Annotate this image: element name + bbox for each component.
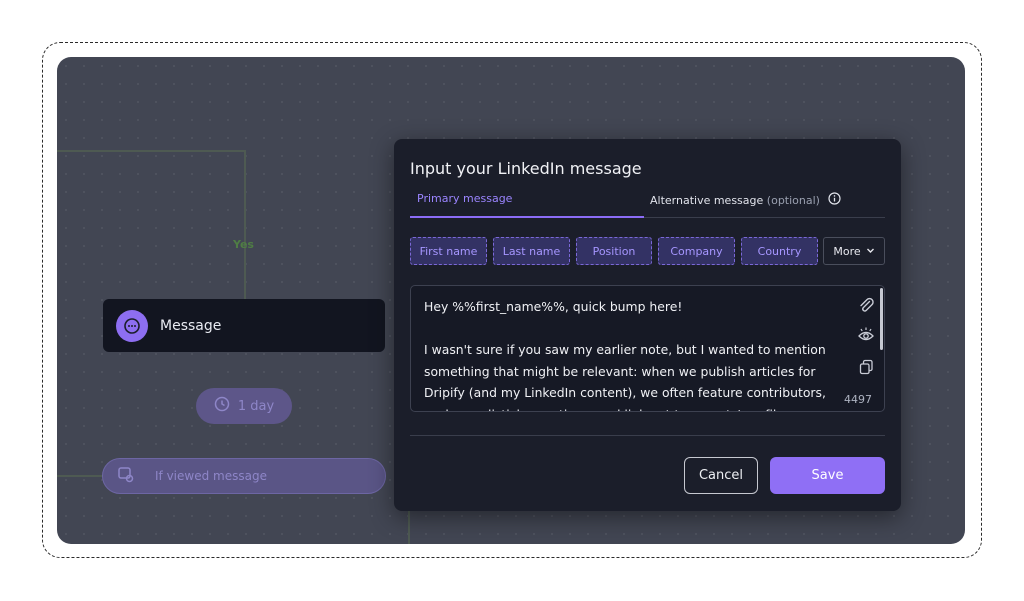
more-label: More: [833, 244, 861, 258]
message-line: exchange listicle mentions, and link out…: [424, 404, 844, 412]
footer-divider: [410, 435, 885, 436]
tab-primary-message[interactable]: Primary message: [417, 192, 512, 205]
chip-country[interactable]: Country: [741, 237, 818, 265]
linkedin-message-modal: Input your LinkedIn message Primary mess…: [394, 139, 901, 511]
view-message-icon: [117, 466, 135, 487]
message-node-label: Message: [160, 317, 222, 334]
preview-eye-icon[interactable]: [857, 326, 875, 348]
info-icon[interactable]: [828, 192, 841, 208]
chat-bubble-icon: [116, 309, 148, 342]
message-line: Hey %%first_name%%, quick bump here!: [424, 299, 683, 314]
message-text: Hey %%first_name%%, quick bump here! I w…: [424, 296, 844, 412]
message-line: something that might be relevant: when w…: [424, 363, 816, 379]
connector-line-top: [57, 150, 246, 152]
active-tab-indicator: [410, 216, 644, 218]
textarea-scrollbar[interactable]: [880, 288, 883, 350]
connector-line-vertical: [244, 150, 246, 300]
more-variables-button[interactable]: More: [823, 237, 885, 265]
save-button[interactable]: Save: [770, 457, 885, 494]
delay-pill[interactable]: 1 day: [196, 388, 292, 424]
chip-position[interactable]: Position: [576, 237, 652, 265]
tab-alternative-message[interactable]: Alternative message (optional): [650, 192, 841, 208]
tab-alternative-label: Alternative message (optional): [650, 194, 820, 207]
clock-icon: [214, 396, 230, 416]
yes-branch-label: Yes: [233, 238, 254, 251]
chip-first-name[interactable]: First name: [410, 237, 487, 265]
alt-tab-text: Alternative message: [650, 193, 764, 207]
alt-tab-optional: (optional): [766, 193, 820, 207]
delay-label: 1 day: [237, 398, 275, 414]
chip-last-name[interactable]: Last name: [493, 237, 570, 265]
character-count: 4497: [844, 393, 872, 406]
paperclip-icon[interactable]: [857, 296, 875, 318]
message-node[interactable]: Message: [103, 299, 385, 352]
modal-title: Input your LinkedIn message: [410, 159, 642, 178]
message-textarea[interactable]: Hey %%first_name%%, quick bump here! I w…: [410, 285, 885, 412]
condition-label: If viewed message: [155, 469, 267, 483]
cancel-button[interactable]: Cancel: [684, 457, 758, 494]
connector-line-left: [57, 475, 103, 477]
chevron-down-icon: [866, 245, 875, 258]
message-line: [424, 318, 844, 340]
message-line: Dripify (and my LinkedIn content), we of…: [424, 385, 826, 400]
chip-company[interactable]: Company: [658, 237, 735, 265]
condition-pill[interactable]: If viewed message: [102, 458, 386, 494]
copy-icon[interactable]: [857, 358, 875, 380]
message-line: I wasn't sure if you saw my earlier note…: [424, 342, 826, 357]
